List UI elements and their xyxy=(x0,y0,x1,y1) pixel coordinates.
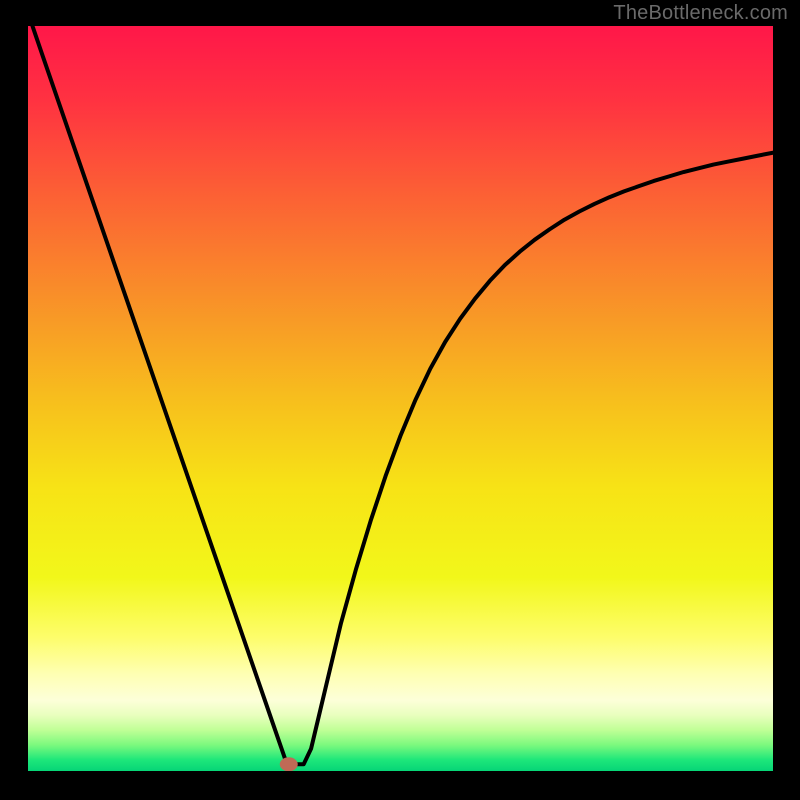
chart-svg xyxy=(28,26,773,771)
optimal-point-marker xyxy=(280,757,298,771)
chart-plot-area xyxy=(28,26,773,771)
watermark-text: TheBottleneck.com xyxy=(613,2,788,25)
chart-background xyxy=(28,26,773,771)
